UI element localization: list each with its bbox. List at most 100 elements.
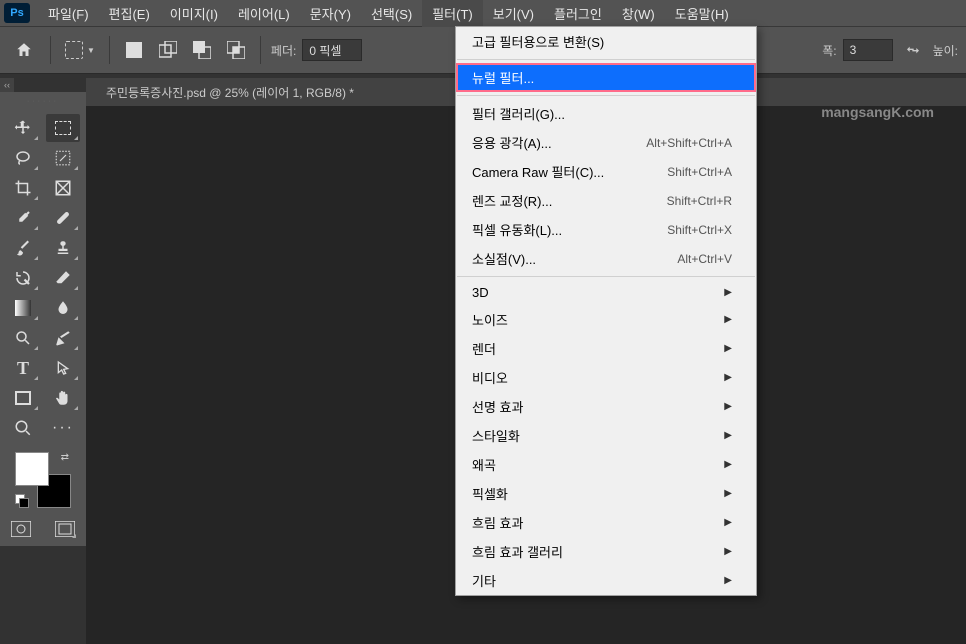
panel-expand-handle[interactable]: ‹‹ <box>0 78 14 92</box>
pen-icon <box>54 329 72 347</box>
chevron-down-icon: ▼ <box>87 46 95 55</box>
height-label: 높이: <box>933 42 958 59</box>
subtract-selection-button[interactable] <box>188 36 216 64</box>
screen-mode[interactable] <box>52 518 78 540</box>
filter-liquify[interactable]: 픽셀 유동화(L)...Shift+Ctrl+X <box>456 215 756 244</box>
quick-select-tool[interactable] <box>46 144 80 172</box>
filter-3d[interactable]: 3D▶ <box>456 280 756 305</box>
zoom-tool[interactable] <box>6 414 40 442</box>
lasso-icon <box>14 149 32 167</box>
swap-icon <box>905 42 921 58</box>
filter-other[interactable]: 기타▶ <box>456 566 756 595</box>
zoom-icon <box>14 419 32 437</box>
filter-convert-smart[interactable]: 고급 필터용으로 변환(S) <box>456 27 756 56</box>
standard-mode[interactable] <box>8 518 34 540</box>
filter-sharpen[interactable]: 선명 효과▶ <box>456 392 756 421</box>
move-tool[interactable] <box>6 114 40 142</box>
menu-layer[interactable]: 레이어(L) <box>228 0 300 27</box>
pen-tool[interactable] <box>46 324 80 352</box>
menu-select[interactable]: 선택(S) <box>361 0 422 27</box>
default-colors-icon[interactable] <box>15 494 29 508</box>
filter-gallery[interactable]: 필터 갤러리(G)... <box>456 99 756 128</box>
selection-preset[interactable]: ▼ <box>61 41 99 59</box>
menu-separator <box>457 276 755 277</box>
marquee-icon <box>55 121 71 135</box>
edit-toolbar[interactable]: ··· <box>46 414 80 442</box>
filter-vanishing-point[interactable]: 소실점(V)...Alt+Ctrl+V <box>456 244 756 273</box>
gradient-icon <box>15 300 31 316</box>
new-selection-button[interactable] <box>120 36 148 64</box>
brush-tool[interactable] <box>6 234 40 262</box>
crop-icon <box>14 179 32 197</box>
width-label: 폭: <box>822 42 836 59</box>
hand-icon <box>54 389 72 407</box>
filter-pixelate[interactable]: 픽셀화▶ <box>456 479 756 508</box>
blur-icon <box>54 299 72 317</box>
menu-separator <box>457 59 755 60</box>
menu-image[interactable]: 이미지(I) <box>160 0 228 27</box>
type-tool[interactable]: T <box>6 354 40 382</box>
healing-tool[interactable] <box>46 204 80 232</box>
document-tab[interactable]: 주민등록증사진.psd @ 25% (레이어 1, RGB/8) * <box>106 84 354 101</box>
lasso-tool[interactable] <box>6 144 40 172</box>
submenu-arrow-icon: ▶ <box>724 459 732 470</box>
eraser-tool[interactable] <box>46 264 80 292</box>
blur-tool[interactable] <box>46 294 80 322</box>
hand-tool[interactable] <box>46 384 80 412</box>
filter-camera-raw[interactable]: Camera Raw 필터(C)...Shift+Ctrl+A <box>456 157 756 186</box>
filter-blur[interactable]: 흐림 효과▶ <box>456 508 756 537</box>
shape-tool[interactable] <box>6 384 40 412</box>
filter-neural[interactable]: 뉴럴 필터... <box>456 63 756 92</box>
subtract-square-icon <box>193 41 211 59</box>
menu-view[interactable]: 보기(V) <box>483 0 544 27</box>
filter-stylize[interactable]: 스타일화▶ <box>456 421 756 450</box>
filter-dropdown: 고급 필터용으로 변환(S) 뉴럴 필터... 필터 갤러리(G)... 응용 … <box>455 26 757 596</box>
app-logo[interactable]: Ps <box>4 3 30 23</box>
home-icon <box>15 41 33 59</box>
filter-noise[interactable]: 노이즈▶ <box>456 305 756 334</box>
menu-file[interactable]: 파일(F) <box>38 0 99 27</box>
add-selection-button[interactable] <box>154 36 182 64</box>
feather-input[interactable] <box>302 39 362 61</box>
gradient-tool[interactable] <box>6 294 40 322</box>
filter-video[interactable]: 비디오▶ <box>456 363 756 392</box>
eraser-icon <box>54 269 72 287</box>
menu-separator <box>457 95 755 96</box>
watermark: mangsangK.com <box>821 104 934 120</box>
filter-render[interactable]: 렌더▶ <box>456 334 756 363</box>
history-brush-tool[interactable] <box>6 264 40 292</box>
intersect-square-icon <box>227 41 245 59</box>
foreground-color[interactable] <box>15 452 49 486</box>
dodge-tool[interactable] <box>6 324 40 352</box>
home-button[interactable] <box>8 34 40 66</box>
menu-window[interactable]: 창(W) <box>612 0 665 27</box>
screen-icon <box>11 521 31 537</box>
intersect-selection-button[interactable] <box>222 36 250 64</box>
filter-distort[interactable]: 왜곡▶ <box>456 450 756 479</box>
type-icon: T <box>17 358 29 379</box>
eyedropper-tool[interactable] <box>6 204 40 232</box>
filter-lens-correction[interactable]: 렌즈 교정(R)...Shift+Ctrl+R <box>456 186 756 215</box>
menu-edit[interactable]: 편집(E) <box>99 0 160 27</box>
width-input[interactable] <box>843 39 893 61</box>
filter-blur-gallery[interactable]: 흐림 효과 갤러리▶ <box>456 537 756 566</box>
menu-filter[interactable]: 필터(T) <box>422 0 483 27</box>
frame-tool[interactable] <box>46 174 80 202</box>
path-select-tool[interactable] <box>46 354 80 382</box>
brush-icon <box>14 239 32 257</box>
history-brush-icon <box>14 269 32 287</box>
swap-wh-button[interactable] <box>899 36 927 64</box>
swap-colors-icon[interactable]: ⇄ <box>61 452 69 463</box>
toolbox-drag-handle[interactable]: ······ <box>4 98 82 110</box>
stamp-tool[interactable] <box>46 234 80 262</box>
filter-adaptive-wide[interactable]: 응용 광각(A)...Alt+Shift+Ctrl+A <box>456 128 756 157</box>
dots-icon: ··· <box>52 419 74 437</box>
color-swatches[interactable]: ⇄ <box>15 452 71 508</box>
crop-tool[interactable] <box>6 174 40 202</box>
menu-help[interactable]: 도움말(H) <box>665 0 739 27</box>
magic-wand-icon <box>54 149 72 167</box>
submenu-arrow-icon: ▶ <box>724 546 732 557</box>
marquee-tool[interactable] <box>46 114 80 142</box>
menu-type[interactable]: 문자(Y) <box>300 0 361 27</box>
menu-plugins[interactable]: 플러그인 <box>544 0 612 27</box>
